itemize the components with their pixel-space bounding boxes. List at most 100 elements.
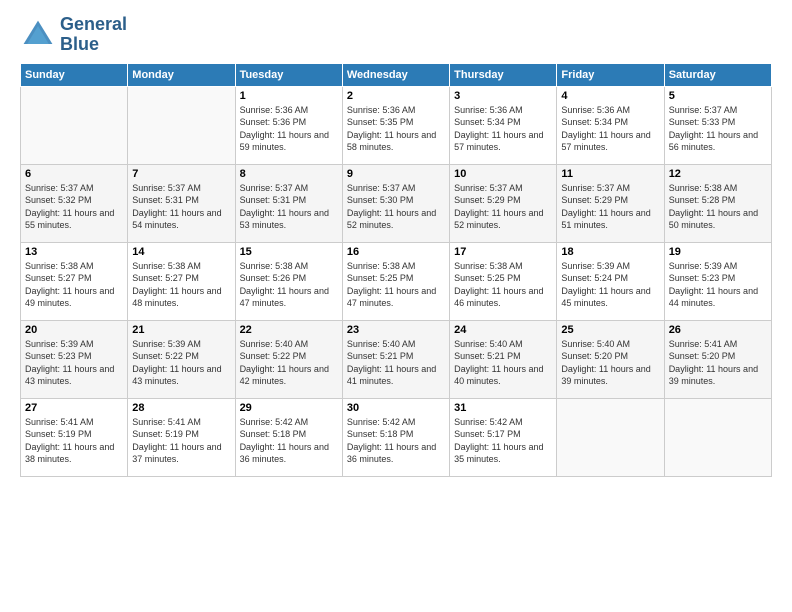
day-info: Sunrise: 5:42 AMSunset: 5:18 PMDaylight:… <box>347 416 445 466</box>
day-info: Sunrise: 5:37 AMSunset: 5:33 PMDaylight:… <box>669 104 767 154</box>
day-cell-15: 15 Sunrise: 5:38 AMSunset: 5:26 PMDayligh… <box>235 242 342 320</box>
day-number: 20 <box>25 324 123 336</box>
calendar-week-3: 13 Sunrise: 5:38 AMSunset: 5:27 PMDayligh… <box>21 242 772 320</box>
day-number: 30 <box>347 402 445 414</box>
day-info: Sunrise: 5:37 AMSunset: 5:29 PMDaylight:… <box>561 182 659 232</box>
day-info: Sunrise: 5:41 AMSunset: 5:20 PMDaylight:… <box>669 338 767 388</box>
day-cell-25: 25Sunrise: 5:40 AMSunset: 5:20 PMDayligh… <box>557 320 664 398</box>
day-number: 28 <box>132 402 230 414</box>
day-cell-10: 10 Sunrise: 5:37 AMSunset: 5:29 PMDayligh… <box>450 164 557 242</box>
day-info: Sunrise: 5:38 AMSunset: 5:28 PMDaylight:… <box>669 182 767 232</box>
day-number: 17 <box>454 246 552 258</box>
day-cell-8: 8 Sunrise: 5:37 AMSunset: 5:31 PMDaylight… <box>235 164 342 242</box>
day-info: Sunrise: 5:39 AMSunset: 5:23 PMDaylight:… <box>669 260 767 310</box>
day-cell-18: 18Sunrise: 5:39 AMSunset: 5:24 PMDayligh… <box>557 242 664 320</box>
day-cell-21: 21 Sunrise: 5:39 AMSunset: 5:22 PMDayligh… <box>128 320 235 398</box>
day-info: Sunrise: 5:40 AMSunset: 5:21 PMDaylight:… <box>454 338 552 388</box>
day-cell-5: 5 Sunrise: 5:37 AMSunset: 5:33 PMDaylight… <box>664 86 771 164</box>
weekday-header-sunday: Sunday <box>21 63 128 86</box>
day-number: 27 <box>25 402 123 414</box>
logo-text: General Blue <box>60 15 127 55</box>
day-cell-26: 26 Sunrise: 5:41 AMSunset: 5:20 PMDayligh… <box>664 320 771 398</box>
day-cell-11: 11 Sunrise: 5:37 AMSunset: 5:29 PMDayligh… <box>557 164 664 242</box>
weekday-header-wednesday: Wednesday <box>342 63 449 86</box>
day-info: Sunrise: 5:40 AMSunset: 5:22 PMDaylight:… <box>240 338 338 388</box>
day-cell-13: 13 Sunrise: 5:38 AMSunset: 5:27 PMDayligh… <box>21 242 128 320</box>
day-number: 11 <box>561 168 659 180</box>
day-number: 13 <box>25 246 123 258</box>
day-info: Sunrise: 5:40 AMSunset: 5:21 PMDaylight:… <box>347 338 445 388</box>
day-cell-3: 3Sunrise: 5:36 AMSunset: 5:34 PMDaylight… <box>450 86 557 164</box>
empty-cell <box>21 86 128 164</box>
logo-icon <box>20 17 56 53</box>
day-cell-9: 9Sunrise: 5:37 AMSunset: 5:30 PMDaylight… <box>342 164 449 242</box>
day-number: 25 <box>561 324 659 336</box>
weekday-header-thursday: Thursday <box>450 63 557 86</box>
day-number: 31 <box>454 402 552 414</box>
day-cell-20: 20 Sunrise: 5:39 AMSunset: 5:23 PMDayligh… <box>21 320 128 398</box>
day-info: Sunrise: 5:38 AMSunset: 5:26 PMDaylight:… <box>240 260 338 310</box>
day-number: 29 <box>240 402 338 414</box>
calendar-table: SundayMondayTuesdayWednesdayThursdayFrid… <box>20 63 772 477</box>
day-cell-12: 12Sunrise: 5:38 AMSunset: 5:28 PMDayligh… <box>664 164 771 242</box>
day-info: Sunrise: 5:36 AMSunset: 5:35 PMDaylight:… <box>347 104 445 154</box>
day-info: Sunrise: 5:37 AMSunset: 5:31 PMDaylight:… <box>240 182 338 232</box>
day-info: Sunrise: 5:38 AMSunset: 5:27 PMDaylight:… <box>25 260 123 310</box>
empty-cell <box>128 86 235 164</box>
day-number: 22 <box>240 324 338 336</box>
day-cell-17: 17 Sunrise: 5:38 AMSunset: 5:25 PMDayligh… <box>450 242 557 320</box>
calendar-week-5: 27 Sunrise: 5:41 AMSunset: 5:19 PMDayligh… <box>21 398 772 476</box>
day-cell-22: 22 Sunrise: 5:40 AMSunset: 5:22 PMDayligh… <box>235 320 342 398</box>
day-info: Sunrise: 5:37 AMSunset: 5:29 PMDaylight:… <box>454 182 552 232</box>
day-cell-7: 7Sunrise: 5:37 AMSunset: 5:31 PMDaylight… <box>128 164 235 242</box>
day-cell-2: 2 Sunrise: 5:36 AMSunset: 5:35 PMDaylight… <box>342 86 449 164</box>
empty-cell <box>664 398 771 476</box>
logo: General Blue <box>20 15 127 55</box>
day-info: Sunrise: 5:38 AMSunset: 5:25 PMDaylight:… <box>454 260 552 310</box>
day-number: 10 <box>454 168 552 180</box>
day-number: 23 <box>347 324 445 336</box>
day-info: Sunrise: 5:42 AMSunset: 5:17 PMDaylight:… <box>454 416 552 466</box>
day-number: 21 <box>132 324 230 336</box>
day-number: 4 <box>561 90 659 102</box>
day-number: 16 <box>347 246 445 258</box>
calendar-week-4: 20 Sunrise: 5:39 AMSunset: 5:23 PMDayligh… <box>21 320 772 398</box>
day-cell-4: 4Sunrise: 5:36 AMSunset: 5:34 PMDaylight… <box>557 86 664 164</box>
weekday-header-row: SundayMondayTuesdayWednesdayThursdayFrid… <box>21 63 772 86</box>
day-info: Sunrise: 5:36 AMSunset: 5:36 PMDaylight:… <box>240 104 338 154</box>
day-info: Sunrise: 5:41 AMSunset: 5:19 PMDaylight:… <box>132 416 230 466</box>
calendar-week-2: 6Sunrise: 5:37 AMSunset: 5:32 PMDaylight… <box>21 164 772 242</box>
day-info: Sunrise: 5:41 AMSunset: 5:19 PMDaylight:… <box>25 416 123 466</box>
day-info: Sunrise: 5:42 AMSunset: 5:18 PMDaylight:… <box>240 416 338 466</box>
day-cell-1: 1 Sunrise: 5:36 AMSunset: 5:36 PMDaylight… <box>235 86 342 164</box>
weekday-header-monday: Monday <box>128 63 235 86</box>
day-number: 8 <box>240 168 338 180</box>
day-info: Sunrise: 5:39 AMSunset: 5:23 PMDaylight:… <box>25 338 123 388</box>
page-header: General Blue <box>20 15 772 55</box>
day-info: Sunrise: 5:39 AMSunset: 5:22 PMDaylight:… <box>132 338 230 388</box>
day-number: 2 <box>347 90 445 102</box>
day-cell-24: 24Sunrise: 5:40 AMSunset: 5:21 PMDayligh… <box>450 320 557 398</box>
day-cell-23: 23 Sunrise: 5:40 AMSunset: 5:21 PMDayligh… <box>342 320 449 398</box>
calendar-page: General Blue SundayMondayTuesdayWednesda… <box>0 0 792 612</box>
day-cell-19: 19Sunrise: 5:39 AMSunset: 5:23 PMDayligh… <box>664 242 771 320</box>
weekday-header-friday: Friday <box>557 63 664 86</box>
calendar-week-1: 1 Sunrise: 5:36 AMSunset: 5:36 PMDaylight… <box>21 86 772 164</box>
empty-cell <box>557 398 664 476</box>
day-cell-6: 6Sunrise: 5:37 AMSunset: 5:32 PMDaylight… <box>21 164 128 242</box>
day-number: 5 <box>669 90 767 102</box>
day-number: 18 <box>561 246 659 258</box>
day-number: 7 <box>132 168 230 180</box>
day-cell-31: 31 Sunrise: 5:42 AMSunset: 5:17 PMDayligh… <box>450 398 557 476</box>
day-cell-29: 29 Sunrise: 5:42 AMSunset: 5:18 PMDayligh… <box>235 398 342 476</box>
day-cell-30: 30 Sunrise: 5:42 AMSunset: 5:18 PMDayligh… <box>342 398 449 476</box>
day-cell-14: 14Sunrise: 5:38 AMSunset: 5:27 PMDayligh… <box>128 242 235 320</box>
day-number: 26 <box>669 324 767 336</box>
weekday-header-saturday: Saturday <box>664 63 771 86</box>
day-number: 9 <box>347 168 445 180</box>
day-number: 15 <box>240 246 338 258</box>
day-cell-27: 27 Sunrise: 5:41 AMSunset: 5:19 PMDayligh… <box>21 398 128 476</box>
day-cell-28: 28 Sunrise: 5:41 AMSunset: 5:19 PMDayligh… <box>128 398 235 476</box>
weekday-header-tuesday: Tuesday <box>235 63 342 86</box>
day-number: 1 <box>240 90 338 102</box>
